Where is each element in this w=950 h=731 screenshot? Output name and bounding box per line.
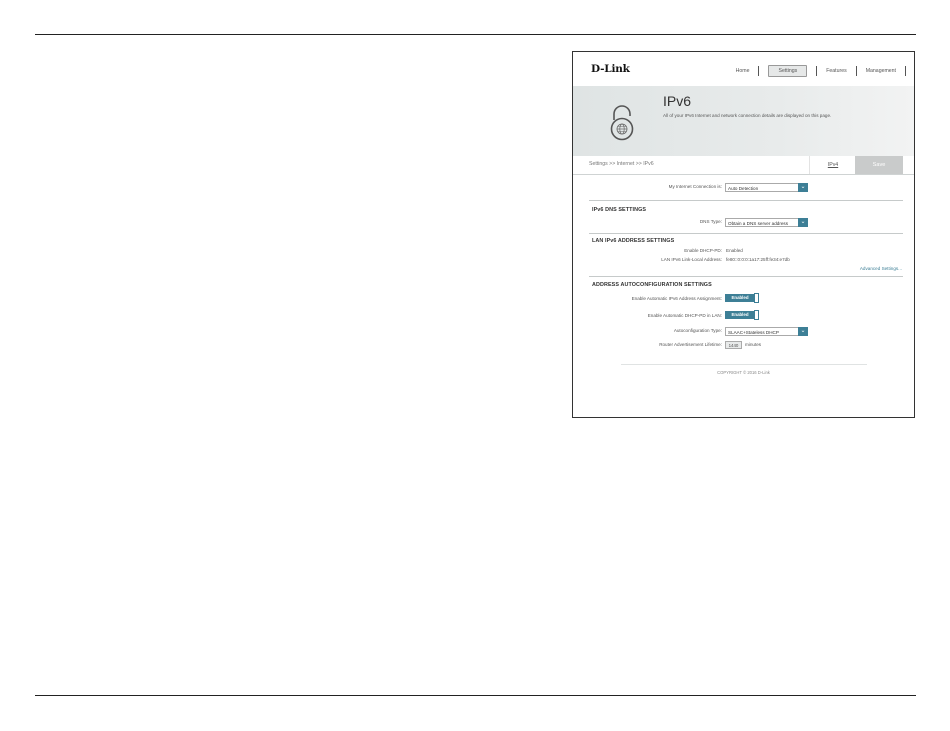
page-hero: IPv6 All of your IPv6 Internet and netwo… [573,86,914,156]
dns-type-value: Obtain a DNS server address [728,221,788,226]
nav-home[interactable]: Home [727,66,759,76]
sub-bar: Settings >> Internet >> IPv6 IPv4 Save [573,156,914,175]
save-button[interactable]: Save [855,156,903,174]
breadcrumb: Settings >> Internet >> IPv6 [589,161,654,167]
footer-divider [621,364,867,365]
page-top-rule [35,34,916,35]
auto-assign-toggle[interactable]: Enabled [725,293,760,304]
autoconfig-type-select[interactable]: SLAAC+Stateless DHCP ⌄ [725,327,808,336]
page-title: IPv6 [663,93,692,109]
page-description: All of your IPv6 Internet and network co… [663,113,832,118]
section-divider [589,233,903,234]
toggle-state: Enabled [725,311,755,319]
dns-section-title: IPv6 DNS SETTINGS [592,207,647,213]
auto-pd-label: Enable Automatic DHCP-PD in LAN: [647,313,722,318]
lock-globe-icon [610,105,634,141]
dhcp-pd-value: Enabled [726,248,743,253]
nav-settings[interactable]: Settings [768,65,808,77]
dhcp-pd-label: Enable DHCP-PD: [684,248,722,253]
link-local-row: LAN IPv6 Link-Local Address: fe80::0:0:0… [573,255,914,265]
link-local-label: LAN IPv6 Link-Local Address: [661,257,722,262]
lifetime-label: Router Advertisement Lifetime: [659,342,722,347]
page-bottom-rule [35,695,916,696]
lifetime-unit: minutes [745,342,762,347]
nav-features[interactable]: Features [817,66,855,76]
section-divider [589,200,903,201]
toggle-state: Enabled [725,294,755,302]
nav-divider [905,66,906,76]
top-bar: D-Link Home Settings Features Management [573,52,914,86]
autoconfig-section-title: ADDRESS AUTOCONFIGURATION SETTINGS [592,282,712,288]
lifetime-row: Router Advertisement Lifetime: [573,340,914,350]
router-screenshot: D-Link Home Settings Features Management… [572,51,915,418]
lan-section-title: LAN IPv6 ADDRESS SETTINGS [592,238,675,244]
lifetime-input[interactable]: 1440 [725,341,742,349]
main-nav: Home Settings Features Management [727,65,906,77]
section-divider [589,276,903,277]
autoconfig-type-value: SLAAC+Stateless DHCP [728,330,779,335]
connection-label: My Internet Connection is: [668,184,722,189]
link-local-value: fe80::0:0:0:1a17:25ff:fe34:e7db [726,257,790,262]
nav-management[interactable]: Management [857,66,905,76]
dlink-logo: D-Link [591,63,630,75]
advanced-settings-link[interactable]: Advanced Settings... [860,266,902,271]
autoconfig-type-label: Autoconfiguration Type: [673,328,722,333]
connection-select-value: Auto Detection [728,186,759,191]
chevron-down-icon: ⌄ [798,218,808,227]
toggle-knob [754,310,759,320]
nav-divider [758,66,760,76]
auto-assign-label: Enable Automatic IPv6 Address Assignment… [631,296,722,301]
dns-type-select[interactable]: Obtain a DNS server address ⌄ [725,218,808,227]
toggle-knob [754,293,759,303]
copyright-text: COPYRIGHT © 2016 D-Link [717,370,770,375]
connection-select[interactable]: Auto Detection ⌄ [725,183,808,192]
ipv4-tab[interactable]: IPv4 [809,156,856,174]
dns-type-label: DNS Type: [699,219,722,224]
auto-pd-toggle[interactable]: Enabled [725,310,760,321]
chevron-down-icon: ⌄ [798,183,808,192]
chevron-down-icon: ⌄ [798,327,808,336]
